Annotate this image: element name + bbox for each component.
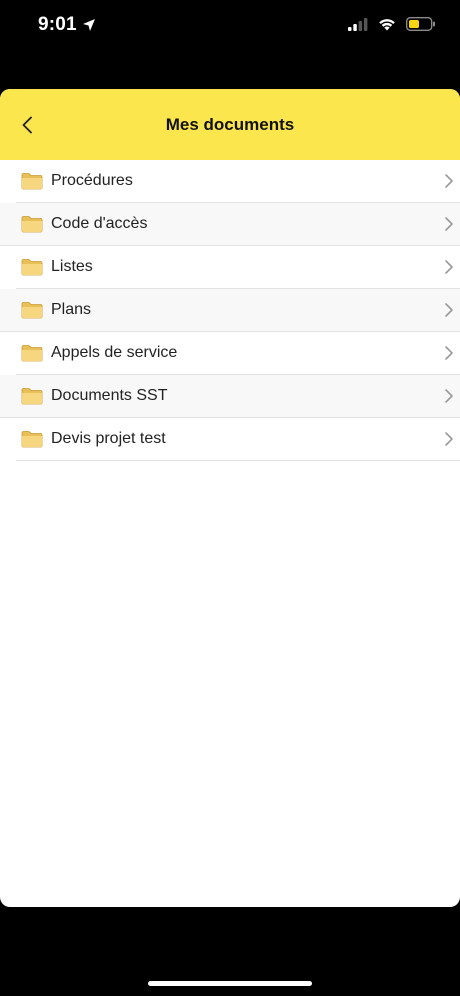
folder-list: Procédures Code d'accès Listes Plans App… xyxy=(0,160,460,461)
chevron-right-icon xyxy=(445,303,453,317)
folder-label: Plans xyxy=(51,301,92,318)
chevron-right-icon xyxy=(445,174,453,188)
chevron-left-icon xyxy=(22,116,32,133)
location-arrow-icon xyxy=(82,19,95,31)
chevron-right-icon xyxy=(445,217,453,231)
folder-row-devis-projet-test[interactable]: Devis projet test xyxy=(16,418,460,461)
battery-icon xyxy=(406,17,435,31)
wifi-icon xyxy=(379,18,395,30)
folder-row-procedures[interactable]: Procédures xyxy=(16,160,460,203)
folder-label: Listes xyxy=(51,258,93,275)
folder-icon xyxy=(21,431,43,448)
folder-label: Appels de service xyxy=(51,344,178,361)
folder-row-listes[interactable]: Listes xyxy=(16,246,460,289)
back-button[interactable] xyxy=(14,112,40,138)
folder-icon xyxy=(21,216,43,233)
folder-label: Devis projet test xyxy=(51,430,166,447)
nav-header: Mes documents xyxy=(0,89,460,160)
status-bar: 9:01 xyxy=(0,0,460,50)
folder-row-documents-sst[interactable]: Documents SST xyxy=(0,375,460,418)
chevron-right-icon xyxy=(445,346,453,360)
home-indicator[interactable] xyxy=(148,981,312,986)
folder-row-appels-de-service[interactable]: Appels de service xyxy=(16,332,460,375)
cellular-signal-icon xyxy=(348,17,368,31)
chevron-right-icon xyxy=(445,432,453,446)
folder-icon xyxy=(21,259,43,276)
status-time-text: 9:01 xyxy=(38,14,77,35)
folder-icon xyxy=(21,345,43,362)
page-title: Mes documents xyxy=(165,114,295,134)
folder-row-code-acces[interactable]: Code d'accès xyxy=(0,203,460,246)
folder-icon xyxy=(21,388,43,405)
status-indicators xyxy=(348,17,436,31)
documents-sheet: Mes documents Procédures Code d'accès Li… xyxy=(0,89,460,907)
chevron-right-icon xyxy=(445,389,453,403)
folder-label: Documents SST xyxy=(51,387,168,404)
folder-icon xyxy=(21,302,43,319)
folder-icon xyxy=(21,173,43,190)
folder-label: Code d'accès xyxy=(51,215,148,232)
status-time: 9:01 xyxy=(38,14,96,36)
chevron-right-icon xyxy=(445,260,453,274)
folder-label: Procédures xyxy=(51,172,133,189)
folder-row-plans[interactable]: Plans xyxy=(0,289,460,332)
